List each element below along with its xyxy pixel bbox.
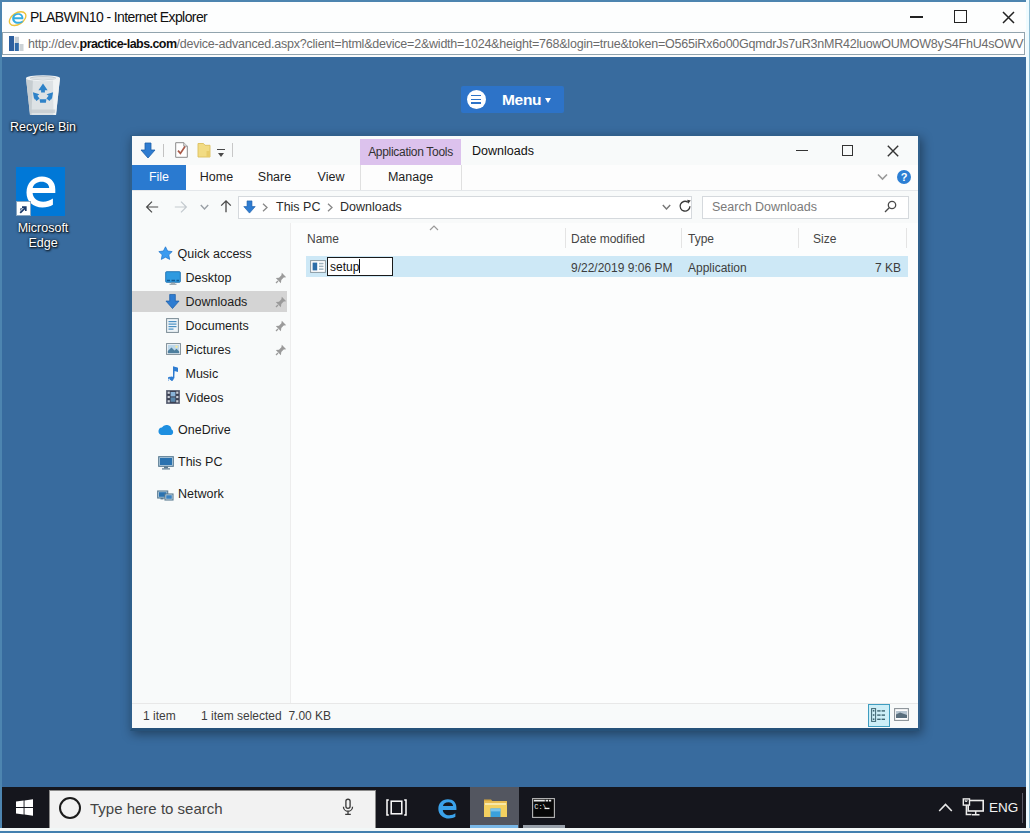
svg-text:C:\: C:\ [534,803,547,811]
